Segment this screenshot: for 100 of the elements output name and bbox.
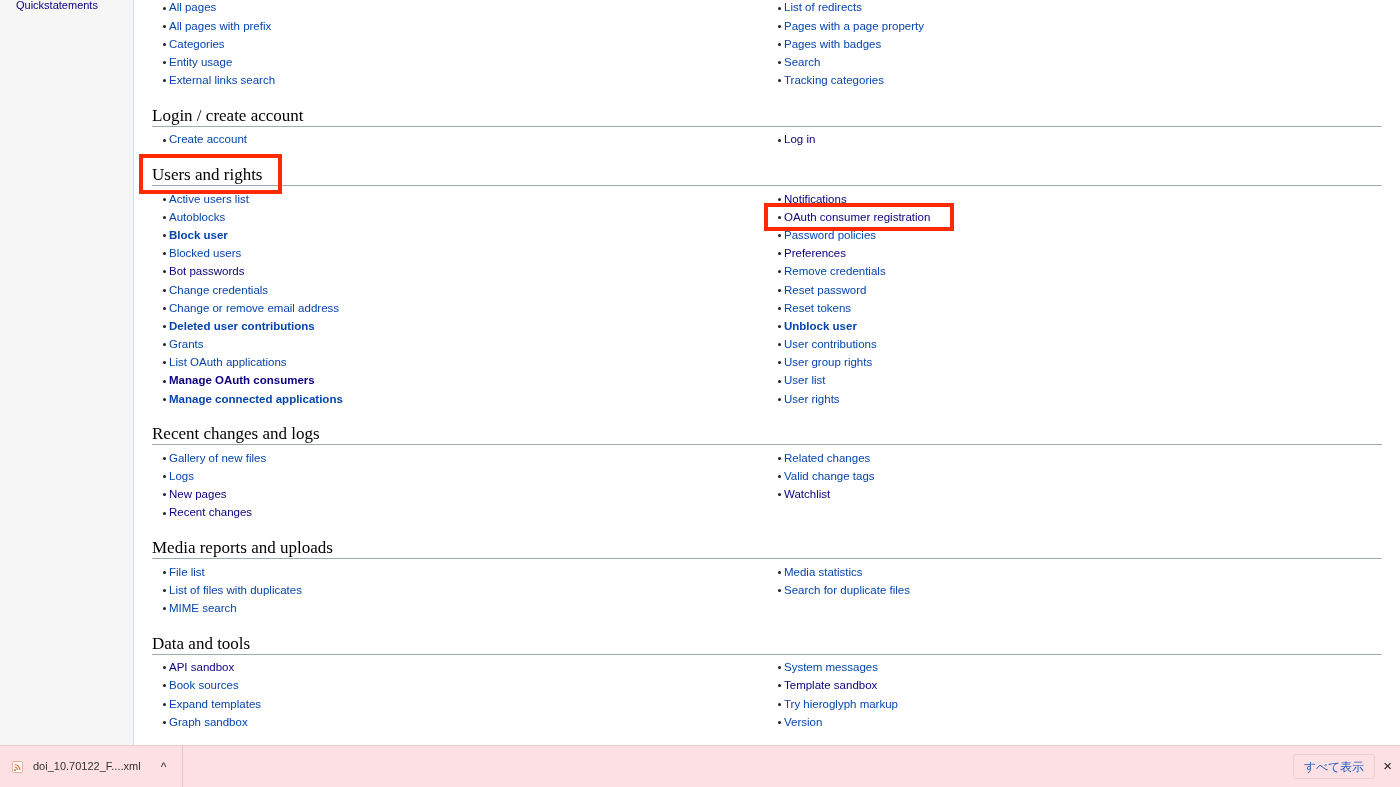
bullet-icon bbox=[778, 24, 781, 28]
bullet-icon bbox=[163, 493, 166, 497]
special-page-link[interactable]: Blocked users bbox=[169, 245, 242, 263]
bullet-icon bbox=[778, 138, 781, 142]
special-page-link[interactable]: Change or remove email address bbox=[169, 299, 340, 317]
bullet-icon bbox=[163, 138, 166, 142]
special-page-link[interactable]: Deleted user contributions bbox=[169, 317, 315, 336]
special-page-link[interactable]: Unblock user bbox=[784, 317, 857, 336]
special-page-link[interactable]: List OAuth applications bbox=[169, 354, 287, 372]
bullet-icon bbox=[778, 6, 781, 10]
bullet-icon bbox=[163, 607, 166, 611]
special-page-link[interactable]: Reset tokens bbox=[784, 299, 852, 317]
bullet-icon bbox=[163, 666, 166, 670]
special-page-link[interactable]: Log in bbox=[784, 131, 816, 149]
special-page-link[interactable]: API sandbox bbox=[169, 659, 235, 677]
special-page-link[interactable]: Manage OAuth consumers bbox=[169, 372, 315, 390]
bullet-icon bbox=[778, 197, 781, 201]
special-page-link[interactable]: External links search bbox=[169, 72, 276, 90]
special-page-link[interactable]: Categories bbox=[169, 35, 225, 54]
special-page-link[interactable]: Password policies bbox=[784, 226, 877, 245]
section-heading: Media reports and uploads bbox=[152, 537, 334, 560]
close-button[interactable]: × bbox=[1383, 755, 1392, 778]
special-page-link[interactable]: Change credentials bbox=[169, 281, 269, 299]
special-page-link[interactable]: Expand templates bbox=[169, 695, 262, 713]
special-page-link[interactable]: Tracking categories bbox=[784, 72, 884, 90]
special-page-link[interactable]: OAuth consumer registration bbox=[784, 208, 931, 227]
bullet-icon bbox=[163, 79, 166, 83]
special-page-link[interactable]: Media statistics bbox=[784, 563, 863, 581]
bullet-icon bbox=[778, 684, 781, 688]
bullet-icon bbox=[778, 361, 781, 365]
special-page-link[interactable]: Block user bbox=[169, 226, 228, 245]
section-heading: Users and rights bbox=[152, 164, 264, 187]
bullet-icon bbox=[163, 325, 166, 329]
bullet-icon bbox=[163, 684, 166, 688]
bullet-icon bbox=[163, 42, 166, 46]
special-page-link[interactable]: Version bbox=[784, 713, 823, 731]
special-page-link[interactable]: Related changes bbox=[784, 449, 871, 468]
special-page-link[interactable]: Notifications bbox=[784, 190, 847, 208]
special-page-link[interactable]: Graph sandbox bbox=[169, 713, 248, 731]
bullet-icon bbox=[163, 511, 166, 515]
bullet-icon bbox=[778, 456, 781, 460]
section-heading: Recent changes and logs bbox=[152, 423, 321, 446]
bullet-icon bbox=[778, 42, 781, 46]
bullet-icon bbox=[163, 306, 166, 310]
bullet-icon bbox=[778, 61, 781, 65]
bullet-icon bbox=[778, 702, 781, 706]
special-page-link[interactable]: User group rights bbox=[784, 354, 873, 372]
special-page-link[interactable]: Logs bbox=[169, 468, 194, 486]
special-page-link[interactable]: Gallery of new files bbox=[169, 449, 267, 468]
show-all-button[interactable]: すべて表示 bbox=[1293, 754, 1376, 779]
bullet-icon bbox=[778, 79, 781, 83]
bullet-icon bbox=[778, 570, 781, 574]
special-page-link[interactable]: All pages bbox=[169, 0, 217, 17]
bullet-icon bbox=[778, 252, 781, 256]
special-page-link[interactable]: New pages bbox=[169, 486, 227, 504]
bullet-icon bbox=[778, 666, 781, 670]
special-page-link[interactable]: Valid change tags bbox=[784, 468, 875, 486]
special-page-link[interactable]: Recent changes bbox=[169, 504, 253, 522]
special-page-link[interactable]: Entity usage bbox=[169, 54, 233, 72]
special-page-link[interactable]: All pages with prefix bbox=[169, 17, 272, 35]
bullet-icon bbox=[163, 475, 166, 479]
special-page-link[interactable]: Template sandbox bbox=[784, 677, 878, 695]
special-page-link[interactable]: Preferences bbox=[784, 245, 846, 263]
bullet-icon bbox=[163, 588, 166, 592]
special-page-link[interactable]: List of redirects bbox=[784, 0, 862, 17]
special-page-link[interactable]: MIME search bbox=[169, 599, 237, 618]
special-page-link[interactable]: Active users list bbox=[169, 190, 249, 208]
special-page-link[interactable]: User rights bbox=[784, 390, 840, 408]
special-page-link[interactable]: Book sources bbox=[169, 677, 239, 695]
special-page-link[interactable]: Manage connected applications bbox=[169, 390, 343, 408]
bullet-icon bbox=[163, 234, 166, 238]
bullet-icon bbox=[778, 325, 781, 329]
special-page-link[interactable]: Search bbox=[784, 54, 821, 72]
special-page-link[interactable]: List of files with duplicates bbox=[169, 581, 302, 600]
special-page-link[interactable]: Search for duplicate files bbox=[784, 581, 910, 600]
special-page-link[interactable]: Pages with a page property bbox=[784, 17, 924, 35]
special-page-link[interactable]: Create account bbox=[169, 131, 247, 149]
bullet-icon bbox=[778, 234, 781, 238]
sidebar-link[interactable]: Quickstatements bbox=[16, 0, 133, 12]
special-page-link[interactable]: User contributions bbox=[784, 336, 877, 354]
rss-file-icon bbox=[12, 760, 23, 773]
section-heading: Login / create account bbox=[152, 104, 305, 127]
special-page-link[interactable]: Autoblocks bbox=[169, 208, 226, 227]
special-page-link[interactable]: Remove credentials bbox=[784, 263, 886, 281]
special-page-link[interactable]: Grants bbox=[169, 336, 204, 354]
special-page-link[interactable]: Try hieroglyph markup bbox=[784, 695, 898, 713]
bullet-icon bbox=[778, 343, 781, 347]
bullet-icon bbox=[778, 306, 781, 310]
download-file-name[interactable]: doi_10.70122_F....xml bbox=[33, 758, 141, 775]
special-page-link[interactable]: Bot passwords bbox=[169, 263, 245, 281]
section-heading: Data and tools bbox=[152, 632, 252, 655]
special-page-link[interactable]: User list bbox=[784, 372, 826, 390]
special-page-link[interactable]: Pages with badges bbox=[784, 35, 882, 54]
bullet-icon bbox=[163, 215, 166, 219]
bullet-icon bbox=[778, 397, 781, 401]
special-page-link[interactable]: Watchlist bbox=[784, 486, 831, 504]
bullet-icon bbox=[163, 252, 166, 256]
special-page-link[interactable]: System messages bbox=[784, 659, 878, 677]
special-page-link[interactable]: Reset password bbox=[784, 281, 867, 299]
special-page-link[interactable]: File list bbox=[169, 563, 205, 581]
